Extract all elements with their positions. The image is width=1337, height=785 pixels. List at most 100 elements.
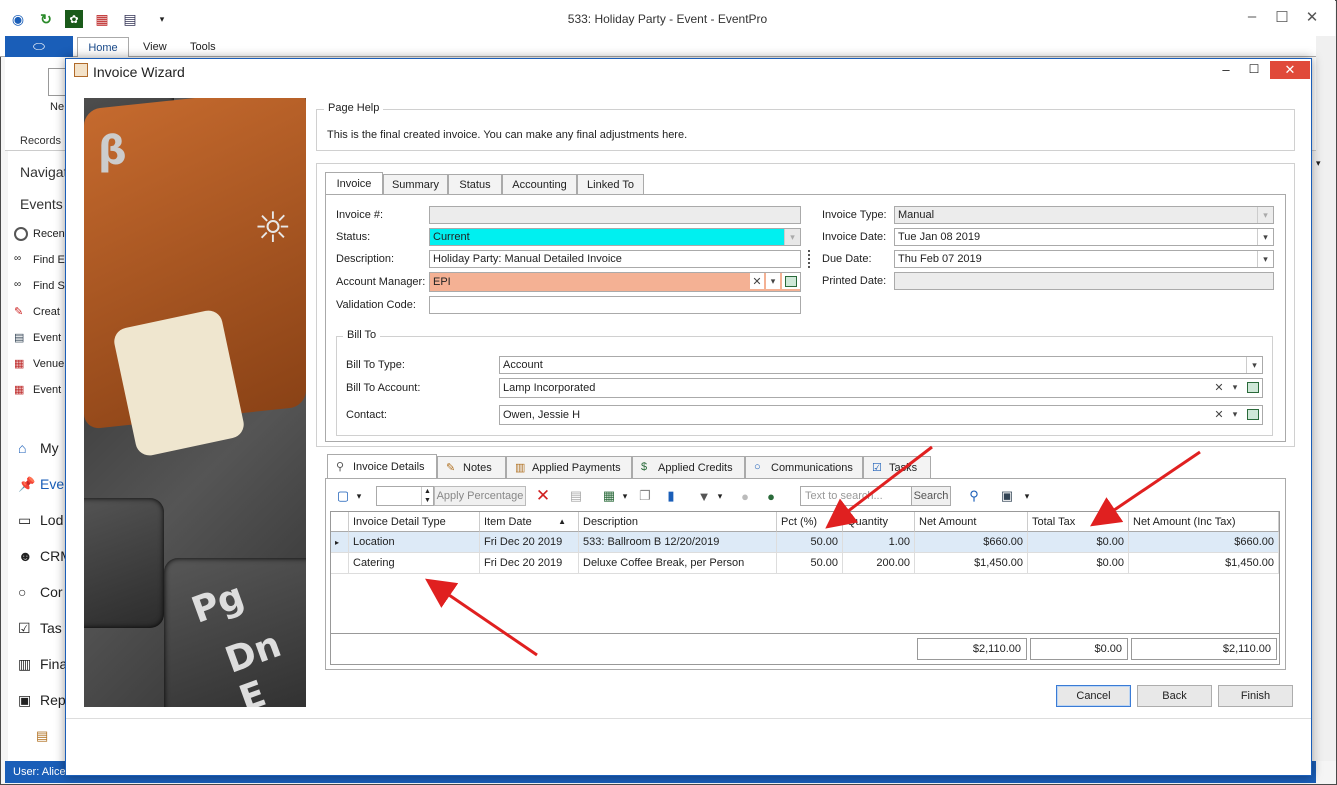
save-icon[interactable]: ▣: [998, 487, 1016, 505]
cancel-button[interactable]: Cancel: [1056, 685, 1131, 707]
nav-events-header[interactable]: Events: [20, 196, 63, 212]
search-button[interactable]: Search: [911, 486, 951, 506]
chevron-down-icon[interactable]: ▾: [1246, 357, 1262, 373]
minimize-button[interactable]: –: [1237, 8, 1267, 25]
table-cell[interactable]: $1,450.00: [915, 553, 1028, 574]
splitter-handle[interactable]: [808, 250, 812, 268]
table-cell[interactable]: $1,450.00: [1129, 553, 1279, 574]
chevron-down-icon[interactable]: ▾: [1257, 229, 1273, 245]
table-cell[interactable]: 1.00: [843, 532, 915, 553]
tab-applied-credits[interactable]: $ Applied Credits: [632, 456, 745, 479]
clear-icon[interactable]: ✕: [1212, 379, 1226, 395]
table-cell[interactable]: 200.00: [843, 553, 915, 574]
chevron-down-icon[interactable]: ▾: [1018, 487, 1036, 505]
print-icon[interactable]: ▤: [567, 487, 585, 505]
table-cell[interactable]: $0.00: [1028, 532, 1129, 553]
bill-to-account-field[interactable]: Lamp Incorporated ✕ ▾: [499, 378, 1263, 398]
column-header-item-date[interactable]: Item Date ▲: [480, 512, 579, 532]
nav-module-reports[interactable]: ▣ Rep: [18, 689, 66, 711]
tab-invoice-details[interactable]: ⚲ Invoice Details: [327, 454, 437, 479]
tab-notes[interactable]: ✎ Notes: [437, 456, 506, 479]
move-up-icon[interactable]: ●: [736, 487, 754, 505]
due-date-picker[interactable]: Thu Feb 07 2019 ▾: [894, 250, 1274, 268]
lookup-icon[interactable]: [1244, 406, 1262, 422]
description-field[interactable]: Holiday Party: Manual Detailed Invoice: [429, 250, 801, 268]
table-cell[interactable]: Fri Dec 20 2019: [480, 553, 579, 574]
column-header-quantity[interactable]: Quantity: [843, 512, 915, 532]
chevron-down-icon[interactable]: ▾: [711, 487, 729, 505]
table-cell[interactable]: Location: [349, 532, 480, 553]
lookup-icon[interactable]: [782, 273, 800, 289]
file-menu-button[interactable]: ⬭: [5, 36, 73, 57]
nav-item-create[interactable]: ✎ Creat: [14, 302, 60, 322]
nav-item-event-calendar[interactable]: ▦ Event: [14, 380, 61, 400]
ribbon-tab-home[interactable]: Home: [77, 37, 129, 58]
clear-icon[interactable]: ✕: [1212, 406, 1226, 422]
back-button[interactable]: Back: [1137, 685, 1212, 707]
nav-module-events[interactable]: 📌 Eve: [18, 473, 64, 495]
find-icon[interactable]: ⚲: [965, 487, 983, 505]
lookup-icon[interactable]: [1244, 379, 1262, 395]
nav-item-venue[interactable]: ▦ Venue: [14, 354, 64, 374]
nav-module-crm[interactable]: ☻ CRM: [18, 545, 72, 567]
column-header-pct[interactable]: Pct (%): [777, 512, 843, 532]
chevron-down-icon[interactable]: ▾: [616, 487, 634, 505]
column-header-net-amount-inc-tax[interactable]: Net Amount (Inc Tax): [1129, 512, 1279, 532]
search-input[interactable]: Text to search...: [800, 486, 912, 506]
table-cell[interactable]: Fri Dec 20 2019: [480, 532, 579, 553]
column-header-description[interactable]: Description: [579, 512, 777, 532]
nav-module-tasks[interactable]: ☑ Tas: [18, 617, 62, 639]
nav-module-financial[interactable]: ▥ Fina: [18, 653, 67, 675]
column-header-net-amount[interactable]: Net Amount: [915, 512, 1028, 532]
table-cell[interactable]: Catering: [349, 553, 480, 574]
clear-icon[interactable]: ✕: [750, 273, 764, 289]
nav-module-my[interactable]: ⌂ My: [18, 437, 59, 459]
table-cell[interactable]: Deluxe Coffee Break, per Person: [579, 553, 777, 574]
apply-percentage-button[interactable]: Apply Percentage: [434, 486, 526, 506]
dialog-close-button[interactable]: ✕: [1270, 61, 1310, 79]
table-cell[interactable]: $660.00: [915, 532, 1028, 553]
collapse-icon[interactable]: ▾: [1316, 158, 1321, 169]
bill-to-type-select[interactable]: Account ▾: [499, 356, 1263, 374]
account-manager-field[interactable]: EPI ✕ ▾: [429, 272, 801, 292]
column-header-total-tax[interactable]: Total Tax: [1028, 512, 1129, 532]
move-down-icon[interactable]: ●: [762, 487, 780, 505]
tab-status[interactable]: Status: [448, 174, 502, 195]
tab-applied-payments[interactable]: ▥ Applied Payments: [506, 456, 632, 479]
nav-item-find-event[interactable]: ∞ Find E: [14, 250, 65, 270]
invoice-type-select[interactable]: Manual ▾: [894, 206, 1274, 224]
nav-module-communications[interactable]: ○ Cor: [18, 581, 63, 603]
chevron-down-icon[interactable]: ▾: [1257, 207, 1273, 223]
percentage-input[interactable]: ▲ ▼: [376, 486, 434, 506]
nav-item-event[interactable]: ▤ Event: [14, 328, 61, 348]
finish-button[interactable]: Finish: [1218, 685, 1293, 707]
column-header-detail-type[interactable]: Invoice Detail Type: [349, 512, 480, 532]
invoice-date-picker[interactable]: Tue Jan 08 2019 ▾: [894, 228, 1274, 246]
chevron-down-icon[interactable]: ▾: [350, 487, 368, 505]
dialog-maximize-button[interactable]: ☐: [1244, 62, 1264, 76]
table-cell[interactable]: $660.00: [1129, 532, 1279, 553]
spinner-icon[interactable]: ▲ ▼: [421, 487, 433, 505]
chevron-down-icon[interactable]: ▾: [1228, 379, 1242, 395]
status-select[interactable]: Current ▾: [429, 228, 801, 246]
tab-accounting[interactable]: Accounting: [502, 174, 577, 195]
chevron-down-icon[interactable]: ▾: [1257, 251, 1273, 267]
maximize-button[interactable]: ☐: [1267, 8, 1297, 26]
new-button-label[interactable]: Ne: [50, 101, 64, 113]
nav-module-lodging[interactable]: ▭ Lod: [18, 509, 63, 531]
nav-item-find-session[interactable]: ∞ Find S: [14, 276, 65, 296]
delete-icon[interactable]: ✕: [534, 486, 552, 505]
dialog-minimize-button[interactable]: –: [1216, 62, 1236, 77]
chevron-down-icon[interactable]: ▾: [784, 229, 800, 245]
nav-item-recent[interactable]: Recen: [14, 224, 65, 244]
tab-communications[interactable]: ○ Communications: [745, 456, 863, 479]
ribbon-tab-tools[interactable]: Tools: [190, 41, 216, 53]
tab-linked-to[interactable]: Linked To: [577, 174, 644, 195]
tab-invoice[interactable]: Invoice: [325, 172, 383, 195]
table-cell[interactable]: 50.00: [777, 553, 843, 574]
configure-buttons-icon[interactable]: ▤: [36, 728, 52, 744]
chevron-down-icon[interactable]: ▾: [766, 273, 780, 289]
close-button[interactable]: ✕: [1297, 8, 1327, 26]
table-cell[interactable]: 50.00: [777, 532, 843, 553]
chevron-down-icon[interactable]: ▾: [1228, 406, 1242, 422]
